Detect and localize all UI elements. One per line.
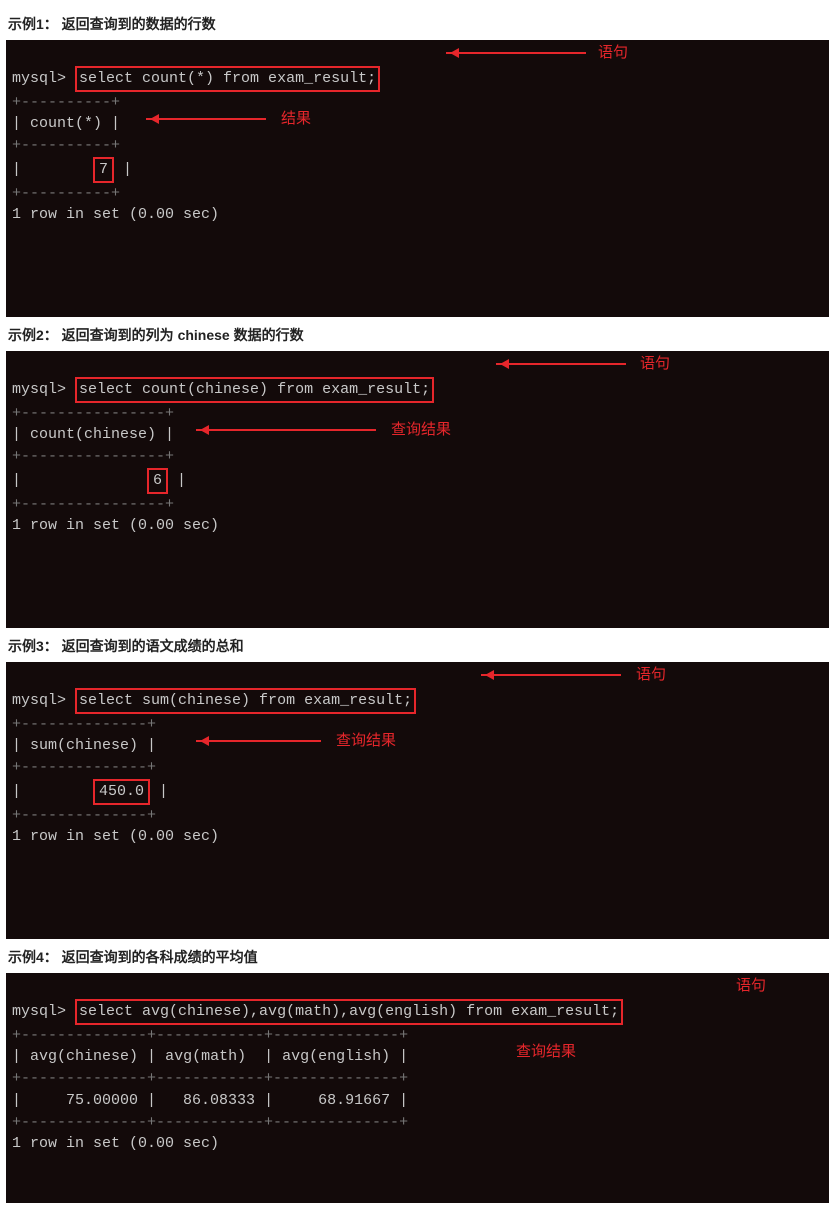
column-header: avg(english): [282, 1048, 390, 1065]
table-border: +----------+: [12, 94, 120, 111]
prompt: mysql>: [12, 381, 66, 398]
example-title-4: 示例4： 返回查询到的各科成绩的平均值: [8, 947, 829, 967]
result-value: 86.08333: [183, 1092, 255, 1109]
arrow-icon: [481, 674, 621, 676]
arrow-icon: [196, 740, 321, 742]
example-title-2: 示例2： 返回查询到的列为 chinese 数据的行数: [8, 325, 829, 345]
example-title-3: 示例3： 返回查询到的语文成绩的总和: [8, 636, 829, 656]
result-value: 6: [147, 468, 168, 494]
terminal-2: mysql> select count(chinese) from exam_r…: [6, 351, 829, 628]
result-annotation: 结果: [281, 108, 311, 130]
arrow-icon: [146, 118, 266, 120]
table-border: +--------------+------------+-----------…: [12, 1070, 408, 1087]
terminal-4: mysql> select avg(chinese),avg(math),avg…: [6, 973, 829, 1203]
column-header: count(*): [30, 115, 102, 132]
table-border: +--------------+: [12, 807, 156, 824]
sql-annotation: 语句: [640, 353, 670, 375]
table-border: +--------------+------------+-----------…: [12, 1027, 408, 1044]
prompt: mysql>: [12, 70, 66, 87]
result-value: 68.91667: [318, 1092, 390, 1109]
table-border: +----------+: [12, 185, 120, 202]
terminal-1: mysql> select count(*) from exam_result;…: [6, 40, 829, 317]
arrow-icon: [196, 429, 376, 431]
sql-statement: select count(*) from exam_result;: [75, 66, 380, 92]
result-annotation: 查询结果: [336, 730, 396, 752]
arrow-icon: [496, 363, 626, 365]
result-annotation: 查询结果: [391, 419, 451, 441]
table-border: +----------------+: [12, 448, 174, 465]
table-border: +--------------+------------+-----------…: [12, 1114, 408, 1131]
footer-text: 1 row in set (0.00 sec): [12, 828, 219, 845]
footer-text: 1 row in set (0.00 sec): [12, 206, 219, 223]
table-border: +----------------+: [12, 496, 174, 513]
footer-text: 1 row in set (0.00 sec): [12, 517, 219, 534]
result-value: 75.00000: [66, 1092, 138, 1109]
sql-annotation: 语句: [636, 664, 666, 686]
result-value: 7: [93, 157, 114, 183]
column-header: avg(math): [165, 1048, 246, 1065]
sql-statement: select avg(chinese),avg(math),avg(englis…: [75, 999, 623, 1025]
column-header: count(chinese): [30, 426, 156, 443]
result-annotation: 查询结果: [516, 1041, 576, 1063]
prompt: mysql>: [12, 692, 66, 709]
footer-text: 1 row in set (0.00 sec): [12, 1135, 219, 1152]
sql-statement: select count(chinese) from exam_result;: [75, 377, 434, 403]
sql-annotation: 语句: [736, 975, 766, 997]
result-value: 450.0: [93, 779, 150, 805]
prompt: mysql>: [12, 1003, 66, 1020]
table-border: +----------------+: [12, 405, 174, 422]
arrow-icon: [446, 52, 586, 54]
terminal-3: mysql> select sum(chinese) from exam_res…: [6, 662, 829, 939]
example-title-1: 示例1： 返回查询到的数据的行数: [8, 14, 829, 34]
sql-annotation: 语句: [598, 42, 628, 64]
table-border: +--------------+: [12, 759, 156, 776]
column-header: avg(chinese): [30, 1048, 138, 1065]
table-border: +----------+: [12, 137, 120, 154]
sql-statement: select sum(chinese) from exam_result;: [75, 688, 416, 714]
column-header: sum(chinese): [30, 737, 138, 754]
table-border: +--------------+: [12, 716, 156, 733]
